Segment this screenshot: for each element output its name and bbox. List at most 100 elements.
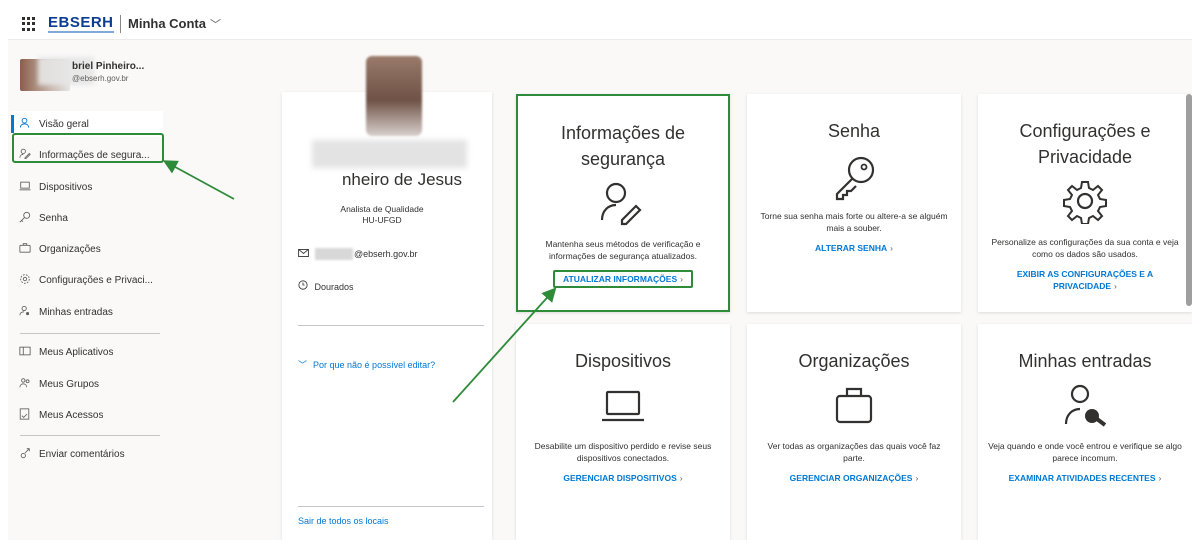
left-navigation: briel Pinheiro... @ebserh.gov.br Visão g… <box>8 41 170 540</box>
gear-icon <box>11 273 33 288</box>
topbar-divider <box>120 15 121 33</box>
briefcase-icon <box>829 382 879 432</box>
manage-organizations-link[interactable]: GERENCIAR ORGANIZAÇÕES › <box>747 472 961 484</box>
key-icon <box>829 152 879 202</box>
link-label: GERENCIAR ORGANIZAÇÕES <box>789 473 913 483</box>
tile-title: Organizações <box>798 351 910 371</box>
department: HU-UFGD <box>362 215 402 225</box>
update-info-link[interactable]: ATUALIZAR INFORMAÇÕES › <box>518 270 728 288</box>
sidebar-item-label: Meus Acessos <box>39 409 104 421</box>
sidebar-item-meus-acessos[interactable]: Meus Acessos <box>11 402 163 428</box>
manage-devices-link[interactable]: GERENCIAR DISPOSITIVOS › <box>516 472 730 484</box>
sidebar-item-label: Enviar comentários <box>39 448 125 460</box>
briefcase-icon <box>11 242 33 256</box>
location-icon <box>298 280 311 292</box>
tile-description: Ver todas as organizações das quais você… <box>767 441 941 463</box>
link-label: GERENCIAR DISPOSITIVOS <box>563 473 677 483</box>
profile-name: nheiro de Jesus <box>341 170 462 189</box>
profile-photo <box>366 56 422 136</box>
link-label: ATUALIZAR INFORMAÇÕES <box>563 274 678 284</box>
link-label: EXAMINAR ATIVIDADES RECENTES <box>1008 473 1156 483</box>
tile-description: Desabilite um dispositivo perdido e revi… <box>534 441 712 463</box>
chevron-right-icon: › <box>915 473 919 483</box>
mail-icon <box>298 249 309 259</box>
nav-divider <box>20 333 160 334</box>
sign-ins-icon <box>11 305 33 320</box>
profile-location: Dourados <box>298 280 354 292</box>
laptop-icon <box>598 382 648 432</box>
chevron-right-icon: › <box>679 473 683 483</box>
chevron-down-icon: ﹀ <box>298 360 308 370</box>
view-settings-link[interactable]: EXIBIR AS CONFIGURAÇÕES E A PRIVACIDADE › <box>978 268 1192 292</box>
tile-password: Senha Torne sua senha mais forte ou alte… <box>747 94 961 312</box>
tile-description: Personalize as configurações da sua cont… <box>991 237 1179 259</box>
feedback-icon <box>11 447 33 462</box>
chevron-down-icon: ﹀ <box>210 19 221 31</box>
nav-divider <box>20 435 160 436</box>
apps-icon <box>11 346 33 359</box>
why-cant-edit-toggle[interactable]: ﹀ Por que não é possível editar? <box>298 358 435 371</box>
profile-email: @ebserh.gov.br <box>298 248 418 260</box>
sidebar-item-configuracoes[interactable]: Configurações e Privaci... <box>11 267 163 293</box>
chevron-right-icon: › <box>1158 473 1162 483</box>
security-info-icon <box>598 180 648 230</box>
link-label: EXIBIR AS CONFIGURAÇÕES E A PRIVACIDADE <box>1016 269 1154 291</box>
app-frame: EBSERH Minha Conta ﹀ briel Pinheiro... @e… <box>8 8 1192 540</box>
why-edit-label: Por que não é possível editar? <box>313 360 436 370</box>
change-password-link[interactable]: ALTERAR SENHA › <box>747 242 961 254</box>
tile-settings-privacy: Configurações e Privacidade Personalize … <box>978 94 1192 312</box>
tile-title: Senha <box>827 121 881 141</box>
tile-title: Configurações e Privacidade <box>1019 121 1151 167</box>
sidebar-item-label: Dispositivos <box>39 181 93 193</box>
sidebar-item-label: Visão geral <box>39 118 89 130</box>
access-icon <box>11 407 33 423</box>
sidebar-item-label: Minhas entradas <box>39 306 113 318</box>
sidebar-item-label: Configurações e Privaci... <box>39 274 153 286</box>
ebserh-logo[interactable]: EBSERH <box>48 14 114 33</box>
tile-title: Minhas entradas <box>1018 351 1152 371</box>
groups-icon <box>11 377 33 392</box>
divider <box>298 325 484 326</box>
sidebar-item-dispositivos[interactable]: Dispositivos <box>11 174 163 200</box>
chevron-right-icon: › <box>890 243 893 253</box>
sidebar-item-enviar-comentarios[interactable]: Enviar comentários <box>11 441 163 467</box>
scrollbar[interactable] <box>1186 94 1192 306</box>
sidebar-item-senha[interactable]: Senha <box>11 205 163 231</box>
tile-description: Torne sua senha mais forte ou altere-a s… <box>760 211 948 233</box>
chevron-right-icon: › <box>1114 281 1117 291</box>
sign-out-everywhere-link[interactable]: Sair de todos os locais <box>298 516 389 526</box>
redaction-blur <box>315 248 353 260</box>
sidebar-item-meus-aplicativos[interactable]: Meus Aplicativos <box>11 339 163 365</box>
tile-organizations: Organizações Ver todas as organizações d… <box>747 324 961 540</box>
profile-job-title: Analista de Qualidade HU-UFGD <box>282 204 482 226</box>
laptop-icon <box>11 181 33 194</box>
key-icon <box>11 211 33 226</box>
app-launcher-icon[interactable] <box>22 17 36 31</box>
tile-description: Mantenha seus métodos de verificação e i… <box>545 239 701 261</box>
sign-ins-icon <box>1060 382 1110 432</box>
sidebar-item-meus-grupos[interactable]: Meus Grupos <box>11 371 163 397</box>
job-title: Analista de Qualidade <box>340 204 424 214</box>
highlight-box: ATUALIZAR INFORMAÇÕES › <box>553 270 693 288</box>
highlight-box <box>12 133 164 163</box>
chevron-right-icon: › <box>680 274 683 284</box>
account-menu[interactable]: Minha Conta ﹀ <box>128 16 221 32</box>
tile-description: Veja quando e onde você entrou e verifiq… <box>988 441 1182 463</box>
tile-devices: Dispositivos Desabilite um dispositivo p… <box>516 324 730 540</box>
review-recent-activity-link[interactable]: EXAMINAR ATIVIDADES RECENTES › <box>978 472 1192 484</box>
top-bar: EBSERH Minha Conta ﹀ <box>8 8 1192 40</box>
sidebar-item-label: Meus Aplicativos <box>39 346 114 358</box>
person-icon <box>11 117 33 131</box>
tile-my-sign-ins: Minhas entradas Veja quando e onde você … <box>978 324 1192 540</box>
divider <box>298 506 484 507</box>
sidebar-item-minhas-entradas[interactable]: Minhas entradas <box>11 299 163 325</box>
user-name: briel Pinheiro... <box>72 61 145 72</box>
email-text: @ebserh.gov.br <box>354 249 418 259</box>
user-email: @ebserh.gov.br <box>72 74 129 83</box>
location-text: Dourados <box>314 282 354 292</box>
tile-security-info: Informações de segurança Mantenha seus m… <box>516 94 730 312</box>
profile-card: nheiro de Jesus Analista de Qualidade HU… <box>282 56 492 540</box>
account-label: Minha Conta <box>128 16 206 31</box>
sidebar-item-label: Meus Grupos <box>39 378 100 390</box>
sidebar-item-organizacoes[interactable]: Organizações <box>11 236 163 262</box>
